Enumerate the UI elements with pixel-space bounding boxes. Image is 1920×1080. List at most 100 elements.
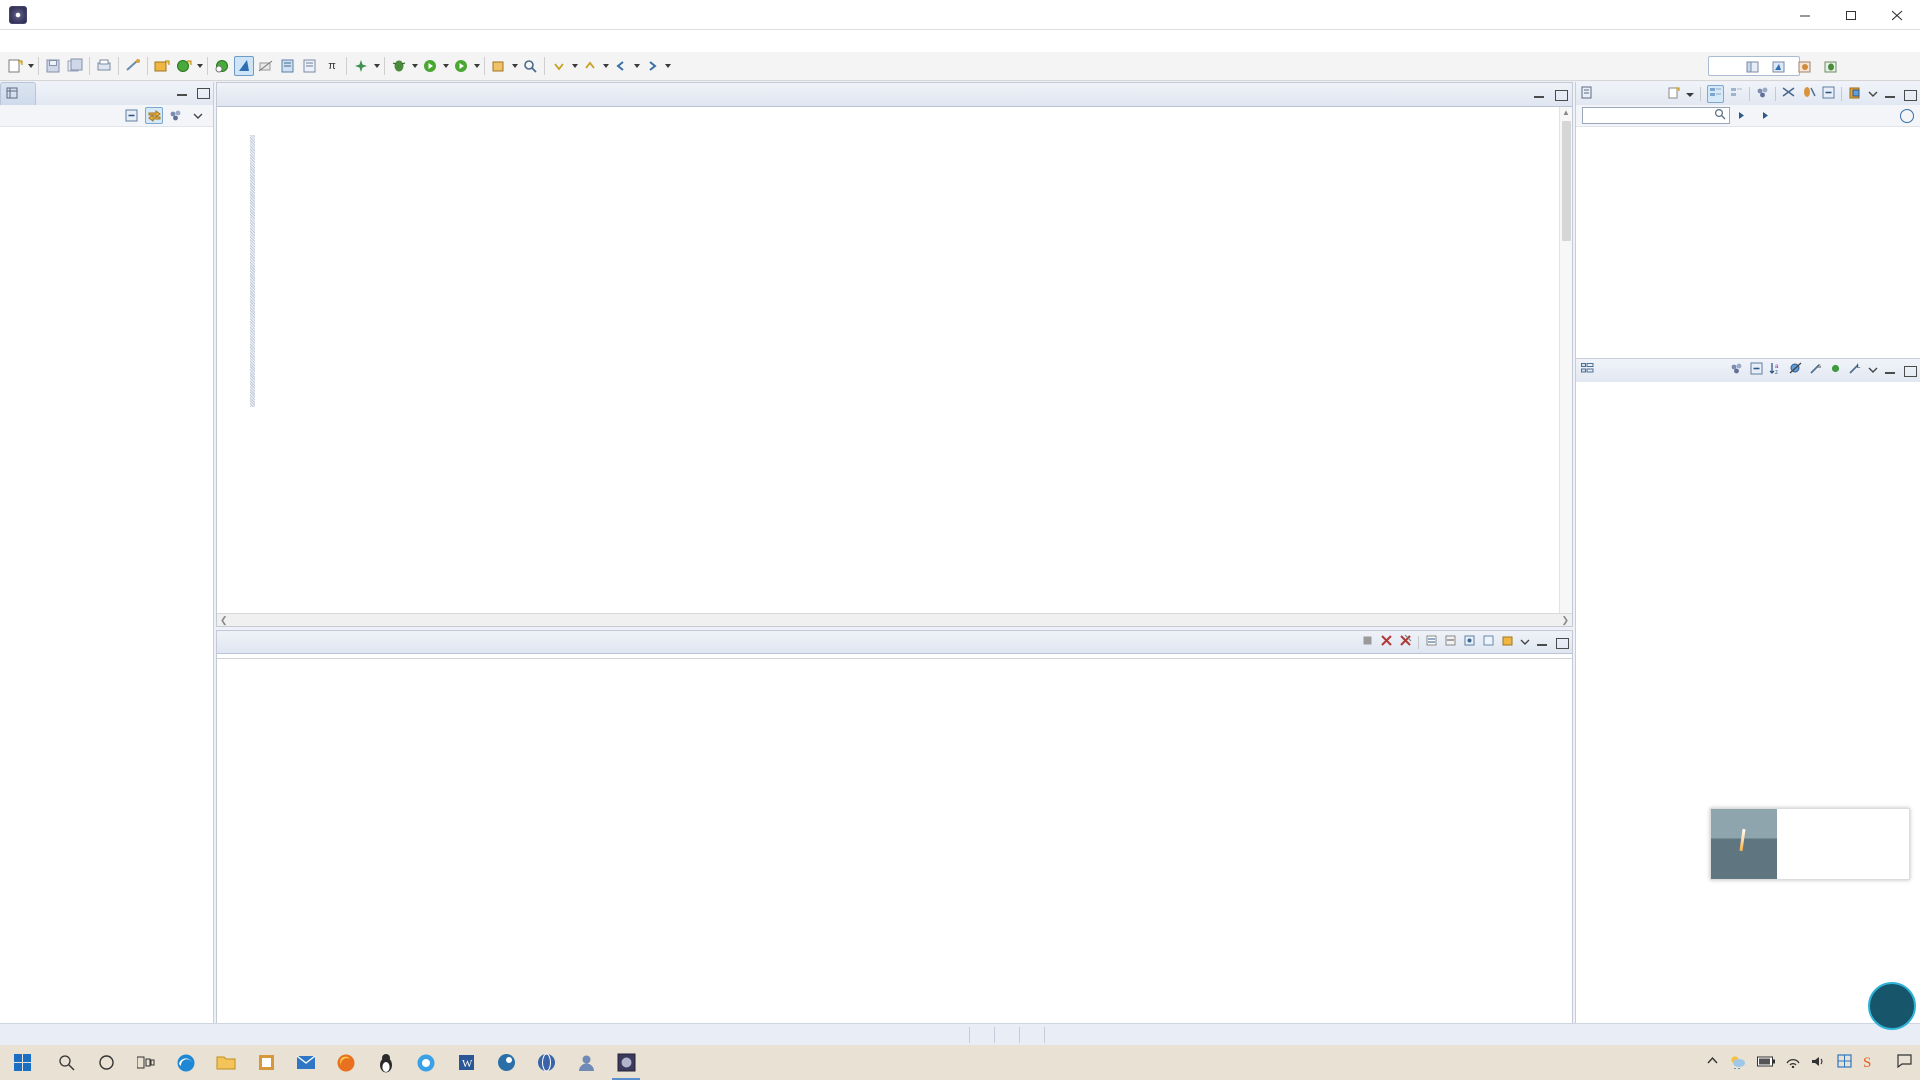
eclipse-icon[interactable] [606,1045,646,1080]
search-icon[interactable] [46,1045,86,1080]
task-list-body[interactable] [1576,127,1920,358]
firefox-icon[interactable] [326,1045,366,1080]
task-repositories-icon[interactable] [1802,86,1816,102]
run-dropdown[interactable] [441,56,450,76]
open-task-2-icon[interactable] [300,56,320,76]
start-icon[interactable] [0,1045,46,1080]
console-chevron-icon[interactable] [1520,635,1530,650]
save-icon[interactable] [43,56,63,76]
menu-help[interactable] [167,39,185,43]
source-code[interactable] [257,107,1572,613]
chrome-icon[interactable] [406,1045,446,1080]
cpu-usage-circle[interactable] [1868,982,1916,1030]
forward-dropdown[interactable] [663,56,672,76]
open-perspective-icon[interactable] [1743,57,1763,77]
menu-search[interactable] [95,39,113,43]
edge-icon[interactable] [166,1045,206,1080]
new-java-project-icon[interactable] [152,56,172,76]
wifi-icon[interactable] [1785,1055,1801,1071]
outline-body[interactable] [1576,382,1920,1045]
cortana-icon[interactable] [86,1045,126,1080]
java-perspective-button[interactable] [1769,57,1789,77]
menu-navigate[interactable] [77,39,95,43]
minimize-console-button[interactable] [1536,636,1549,649]
external-tools-dropdown[interactable] [372,56,381,76]
focus-on-active-task-icon[interactable] [1730,362,1744,378]
tab-outline[interactable] [1581,363,1602,378]
new-task-dropdown-icon[interactable] [1686,87,1694,102]
new-class-dropdown[interactable] [195,56,204,76]
minimize-editor-button[interactable] [1533,88,1546,101]
collapse-all-icon[interactable] [1750,362,1763,378]
new-wizard-dropdown[interactable] [26,56,35,76]
sort-icon[interactable]: az [1769,362,1783,378]
prev-annotation-icon[interactable] [580,56,600,76]
view-menu-icon[interactable] [167,107,185,124]
scroll-lock-icon[interactable] [1444,634,1457,650]
search-icon[interactable] [520,56,540,76]
debug-perspective-button[interactable] [1821,57,1841,77]
sogou-icon[interactable]: S [1862,1054,1877,1072]
run-last-dropdown[interactable] [472,56,481,76]
scroll-left-arrow[interactable]: ❮ [220,615,228,626]
forward-icon[interactable] [642,56,662,76]
open-task-icon[interactable] [278,56,298,76]
close-button[interactable] [1874,0,1920,30]
package-explorer-tree[interactable] [0,127,213,1045]
categorized-presentation-icon[interactable] [1707,85,1724,103]
menu-window[interactable] [149,39,167,43]
back-dropdown[interactable] [632,56,641,76]
debug-dropdown[interactable] [410,56,419,76]
focus-on-workweek-icon[interactable] [1756,86,1769,102]
volume-icon[interactable] [1811,1055,1827,1071]
hide-fields-icon[interactable] [1789,362,1803,378]
code-area[interactable]: ▲ [217,107,1572,613]
remove-all-launches-icon[interactable] [1399,634,1412,650]
menu-project[interactable] [113,39,131,43]
minimize-view-button[interactable] [176,86,189,99]
penguin-icon[interactable] [366,1045,406,1080]
console-output[interactable] [217,659,1572,1032]
new-wizard-icon[interactable] [5,56,25,76]
collapse-all-icon[interactable] [123,107,141,124]
skip-breakpoints-icon[interactable] [256,56,276,76]
debug-icon[interactable] [389,56,409,76]
menu-refactor[interactable] [59,39,77,43]
store-icon[interactable] [246,1045,286,1080]
help-icon[interactable] [1900,108,1914,123]
editor-horizontal-scrollbar[interactable]: ❮ ❯ [217,613,1572,626]
scroll-thumb[interactable] [1562,121,1571,241]
next-annotation-icon[interactable] [549,56,569,76]
new-package-icon[interactable] [489,56,509,76]
terminate-icon[interactable] [1361,634,1374,650]
next-annotation-dropdown[interactable] [570,56,579,76]
ime-icon[interactable] [1837,1054,1852,1071]
menu-run[interactable] [131,39,149,43]
weather-icon[interactable] [1729,1054,1747,1072]
save-all-icon[interactable] [65,56,85,76]
search-icon[interactable] [1714,108,1726,123]
minimize-button[interactable] [1782,0,1828,30]
hide-nonpublic-icon[interactable] [1829,362,1842,378]
editor-vertical-scrollbar[interactable]: ▲ [1559,107,1572,613]
view-chevron-icon[interactable] [1868,87,1878,102]
open-console-icon[interactable] [1501,634,1514,650]
hide-local-icon[interactable]: L [1848,362,1862,378]
run-icon[interactable] [420,56,440,76]
battery-icon[interactable] [1757,1055,1775,1070]
task-find-input[interactable] [1582,107,1730,124]
remove-launch-icon[interactable] [1380,634,1393,650]
minimize-outline-button[interactable] [1884,364,1897,377]
java-perspective-icon[interactable] [234,56,254,76]
new-task-icon[interactable] [1667,86,1680,102]
word-icon[interactable]: W [446,1045,486,1080]
new-package-dropdown[interactable] [510,56,519,76]
minimize-task-list-button[interactable] [1884,88,1897,101]
clear-console-icon[interactable] [1425,634,1438,650]
maximize-editor-button[interactable] [1554,88,1568,101]
pi-icon[interactable]: π [322,56,342,76]
tab-task-list[interactable] [1581,86,1601,102]
restore-tasks-icon[interactable] [1848,86,1862,102]
display-selected-console-icon[interactable] [1482,634,1495,650]
maximize-button[interactable] [1828,0,1874,30]
